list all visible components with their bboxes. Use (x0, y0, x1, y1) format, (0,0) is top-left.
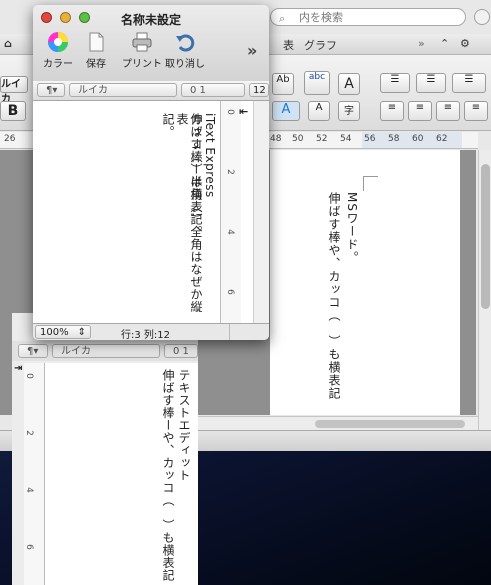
justify-icon[interactable]: ≡ (464, 101, 488, 121)
horizontal-scrollbar[interactable] (190, 416, 478, 431)
textedit-line-2: 伸ばす棒ーや、カッコ（ ）も横表記 (161, 369, 175, 582)
paragraph-style-popup[interactable]: ¶▾ (18, 344, 48, 358)
color-wheel-icon (48, 32, 68, 52)
tab-stop-marker-icon[interactable]: ⇤ (239, 105, 248, 118)
ruler-number: 48 (270, 134, 282, 144)
ruler-tick: 6 (23, 544, 34, 550)
ruler-tick: 2 (224, 169, 235, 175)
express-line-1: iText Express (203, 113, 217, 198)
doc-column-2: 伸ばす棒や、カッコ（ ）も横表記 (327, 192, 341, 400)
toolbar-undo-label: 取り消し (165, 59, 205, 70)
document-save-icon (89, 32, 104, 52)
textedit-page[interactable]: テキストエディット 伸ばす棒ーや、カッコ（ ）も横表記 (45, 363, 198, 585)
border-text-icon[interactable]: A (338, 73, 360, 95)
undo-icon (176, 34, 195, 52)
search-icon: ⌕ (279, 12, 286, 25)
tab-chart[interactable]: グラフ (304, 37, 337, 53)
tab-overflow-icon[interactable]: » (418, 37, 425, 50)
bold-button[interactable]: B (0, 101, 26, 121)
ruler-tick: 4 (23, 487, 34, 493)
word-search-field[interactable]: ⌕ 内を検索 (270, 8, 466, 26)
font-typeface-popup[interactable]: 0 1 (181, 83, 245, 97)
search-placeholder: 内を検索 (299, 11, 343, 24)
bullets-icon[interactable]: ☰ (380, 73, 410, 93)
char-shading-icon[interactable]: A (308, 101, 330, 121)
home-icon[interactable]: ⌂ (4, 37, 12, 50)
font-name-field[interactable]: ルイカ (0, 76, 28, 105)
align-left-icon[interactable]: ≡ (380, 101, 404, 121)
ruler-tick: 4 (224, 229, 235, 235)
ruler-tick: 0 (224, 109, 235, 115)
font-family-popup[interactable]: ルイカ (69, 83, 177, 97)
ruler-number: 62 (436, 134, 448, 144)
express-line-4: 記。 (161, 113, 175, 138)
align-center-icon[interactable]: ≡ (408, 101, 432, 121)
express-window: 名称未設定 カラー 保存 プリント 取り消し » ¶▾ ルイカ 0 1 12 i… (33, 5, 269, 340)
enclosed-char-icon[interactable]: 字 (338, 101, 360, 121)
ruler-tick: 6 (224, 289, 235, 295)
vertical-scroll-thumb[interactable] (481, 164, 490, 309)
font-typeface-popup[interactable]: 0 1 (164, 344, 198, 358)
textedit-format-bar: ¶▾ ルイカ 0 1 (12, 341, 198, 361)
ruler-number: 56 (364, 134, 376, 144)
stepper-icon: ⇕ (77, 327, 86, 338)
text-direction-icon[interactable]: Ab (272, 73, 294, 95)
align-right-icon[interactable]: ≡ (436, 101, 460, 121)
express-titlebar: 名称未設定 カラー 保存 プリント 取り消し » (33, 5, 269, 82)
express-status-bar: 100% ⇕ 行:3 列:12 (33, 323, 269, 340)
zoom-popup[interactable]: 100% ⇕ (35, 325, 91, 339)
ruler-tick: 2 (23, 430, 34, 436)
printer-icon (132, 32, 152, 52)
ruler-number: 50 (292, 134, 304, 144)
toolbar-overflow-icon[interactable]: » (247, 41, 257, 60)
tab-table[interactable]: 表 (283, 37, 294, 53)
status-divider (229, 324, 230, 340)
document-page[interactable]: MSワード。 伸ばす棒や、カッコ（ ）も横表記 (270, 150, 460, 415)
numbering-icon[interactable]: ☰ (416, 73, 446, 93)
font-size-field[interactable]: 12 (249, 83, 269, 97)
ruler-number: 26 (4, 134, 16, 144)
textedit-vertical-ruler[interactable]: 0 2 4 6 (24, 363, 45, 585)
paragraph-style-popup[interactable]: ¶▾ (37, 83, 65, 97)
font-family-popup[interactable]: ルイカ (52, 344, 160, 358)
ruler-number: 60 (412, 134, 424, 144)
toolbar-undo-button[interactable]: 取り消し (161, 31, 209, 70)
express-vertical-scrollbar[interactable] (253, 101, 269, 323)
express-line-3: カッコ（）半角（）全角はなぜか縦表 (175, 113, 203, 313)
ribbon-collapse-icon[interactable]: ⌃ (440, 37, 449, 50)
text-effects-icon[interactable]: abc (304, 71, 330, 95)
text-highlight-icon[interactable]: A (272, 101, 300, 121)
ribbon-settings-icon[interactable]: ⚙ (460, 37, 470, 50)
window-title: 名称未設定 (120, 13, 181, 27)
ruler-number: 54 (340, 134, 352, 144)
cursor-position: 行:3 列:12 (121, 330, 171, 340)
multilevel-list-icon[interactable]: ☰ (452, 73, 486, 93)
ruler-number: 58 (388, 134, 400, 144)
search-clear-icon[interactable] (474, 9, 490, 25)
horizontal-scroll-thumb[interactable] (315, 420, 465, 428)
express-vertical-ruler[interactable]: 0 2 4 6 (220, 101, 241, 323)
margin-corner-mark (363, 176, 378, 191)
doc-column-1: MSワード。 (345, 192, 359, 264)
express-format-bar: ¶▾ ルイカ 0 1 12 (33, 81, 269, 101)
ruler-tick: 0 (23, 373, 34, 379)
ruler-number: 52 (316, 134, 328, 144)
textedit-line-1: テキストエディット (177, 369, 191, 482)
tab-stop-marker-icon[interactable]: ⇥ (14, 363, 22, 374)
textedit-window: ¶▾ ルイカ 0 1 ⇥ 0 2 4 6 テキストエディット 伸ばす棒ーや、カッ… (12, 313, 198, 585)
vertical-scrollbar[interactable] (478, 150, 491, 430)
